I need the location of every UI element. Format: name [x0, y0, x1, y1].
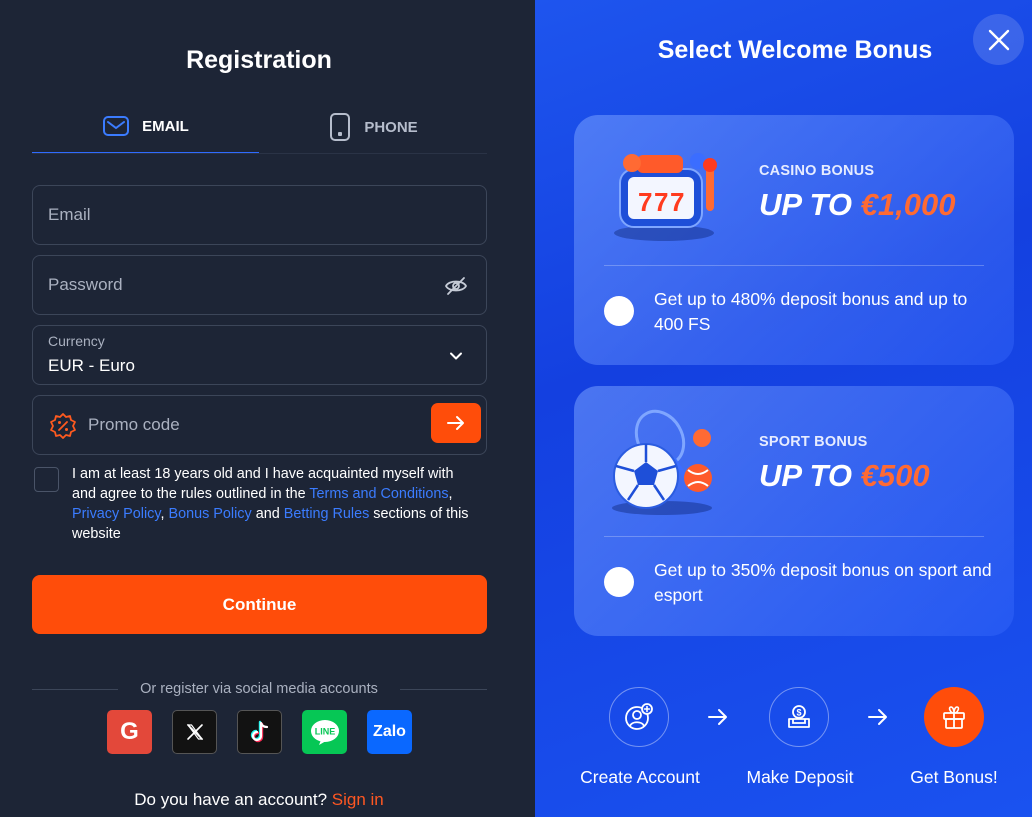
casino-bonus-card[interactable]: 7 7 7 CASINO BONUS UP TO €1,000 Get up t… — [574, 115, 1014, 365]
tab-email[interactable]: EMAIL — [32, 100, 259, 154]
card-divider — [604, 265, 984, 266]
close-icon — [988, 29, 1009, 50]
sport-bonus-description: Get up to 350% deposit bonus on sport an… — [654, 560, 992, 605]
registration-panel: Registration EMAIL PHONE Curren — [0, 0, 535, 817]
sport-bonus-card[interactable]: SPORT BONUS UP TO €500 Get up to 350% de… — [574, 386, 1014, 636]
currency-value: EUR - Euro — [48, 356, 135, 375]
sport-bonus-amount: UP TO €500 — [759, 458, 930, 494]
email-field[interactable] — [32, 185, 487, 245]
close-button[interactable] — [973, 14, 1024, 65]
bonus-policy-link[interactable]: Bonus Policy — [169, 506, 252, 522]
welcome-bonus-panel: Select Welcome Bonus 7 7 7 CASINO BONUS … — [535, 0, 1032, 817]
continue-button[interactable]: Continue — [32, 575, 487, 634]
step-make-deposit-label: Make Deposit — [746, 767, 854, 787]
terms-text: I am at least 18 years old and I have ac… — [72, 464, 477, 544]
step-create-account-label: Create Account — [580, 767, 700, 787]
step-arrow-icon — [708, 709, 727, 725]
svg-text:LINE: LINE — [314, 727, 335, 737]
percent-badge-icon — [50, 413, 76, 439]
sport-bonus-radio[interactable] — [604, 567, 634, 597]
casino-amount-value: €1,000 — [860, 187, 956, 222]
password-field[interactable] — [32, 255, 487, 315]
step-arrow-icon — [868, 709, 887, 725]
deposit-icon: $ — [788, 705, 810, 728]
promo-code-input[interactable] — [88, 396, 418, 454]
tiktok-icon — [250, 720, 268, 743]
add-user-icon — [625, 703, 653, 730]
terms-sep-2: , — [160, 506, 169, 522]
x-button[interactable] — [172, 710, 217, 754]
svg-text:$: $ — [796, 708, 801, 718]
currency-label: Currency — [48, 333, 105, 349]
currency-select[interactable]: Currency EUR - Euro — [32, 325, 487, 385]
sport-amount-prefix: UP TO — [759, 458, 861, 493]
casino-bonus-label: CASINO BONUS — [759, 163, 875, 179]
soccer-ball-illustration — [612, 409, 712, 515]
have-account-text: Do you have an account? — [134, 790, 328, 809]
envelope-icon — [103, 116, 130, 136]
svg-text:7: 7 — [638, 187, 652, 217]
age-terms-checkbox[interactable] — [34, 467, 59, 492]
registration-title: Registration — [186, 46, 332, 74]
line-button[interactable]: LINE — [302, 710, 347, 754]
terms-sep-1: , — [448, 486, 453, 502]
google-button[interactable]: G — [107, 710, 152, 754]
sport-amount-value: €500 — [860, 458, 930, 493]
step-create-account — [609, 687, 669, 747]
slot-machine-illustration: 7 7 7 — [614, 153, 717, 241]
step-get-bonus-label: Get Bonus! — [910, 767, 998, 787]
casino-bonus-radio[interactable] — [604, 296, 634, 326]
casino-bonus-description: Get up to 480% deposit bonus and up to 4… — [654, 289, 968, 334]
terms-conditions-link[interactable]: Terms and Conditions — [309, 486, 448, 502]
eye-hidden-icon[interactable] — [444, 274, 468, 298]
tab-phone[interactable]: PHONE — [259, 100, 487, 154]
tab-email-label: EMAIL — [142, 117, 189, 135]
signin-prompt: Do you have an account? Sign in — [0, 790, 518, 810]
sign-in-link[interactable]: Sign in — [332, 790, 384, 809]
zalo-button[interactable]: Zalo — [367, 710, 412, 754]
casino-bonus-amount: UP TO €1,000 — [759, 187, 955, 223]
tabs-divider — [32, 153, 487, 154]
apply-promo-button[interactable] — [431, 403, 481, 443]
privacy-policy-link[interactable]: Privacy Policy — [72, 506, 161, 522]
arrow-right-icon — [447, 416, 464, 430]
step-get-bonus — [924, 687, 984, 747]
promo-code-field[interactable] — [32, 395, 487, 455]
social-register-label: Or register via social media accounts — [140, 681, 378, 697]
x-logo-icon — [186, 724, 203, 740]
email-input[interactable] — [48, 186, 428, 244]
registration-tabs: EMAIL PHONE — [32, 100, 487, 154]
terms-sep-3: and — [251, 506, 284, 522]
svg-text:7: 7 — [670, 187, 684, 217]
betting-rules-link[interactable]: Betting Rules — [284, 506, 370, 522]
google-icon: G — [120, 718, 139, 745]
gift-icon — [943, 706, 965, 729]
step-make-deposit: $ — [769, 687, 829, 747]
card-divider — [604, 536, 984, 537]
casino-amount-prefix: UP TO — [759, 187, 861, 222]
tiktok-button[interactable] — [237, 710, 282, 754]
sport-bonus-label: SPORT BONUS — [759, 434, 868, 450]
zalo-icon: Zalo — [373, 723, 406, 740]
tab-phone-label: PHONE — [364, 118, 418, 136]
chevron-down-icon — [450, 352, 462, 360]
svg-text:7: 7 — [654, 187, 668, 217]
phone-icon — [330, 113, 351, 141]
password-input[interactable] — [48, 256, 428, 314]
bonus-title: Select Welcome Bonus — [657, 36, 933, 64]
line-logo-icon: LINE — [310, 720, 339, 745]
